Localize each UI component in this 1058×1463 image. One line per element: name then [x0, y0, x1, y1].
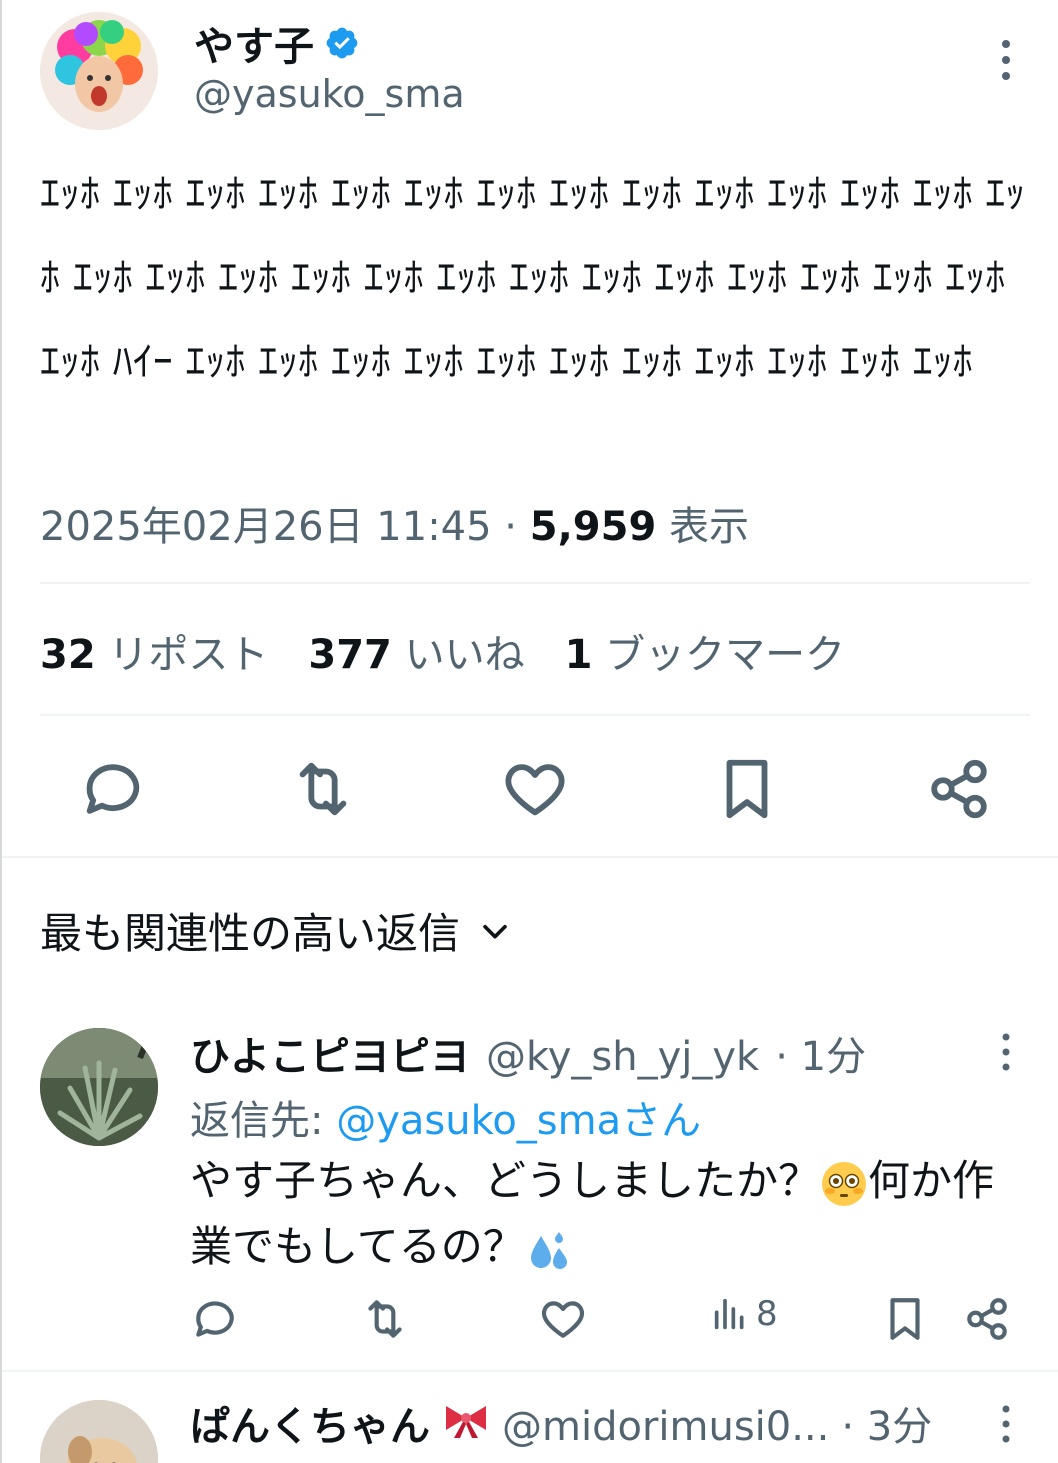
reply-author-name[interactable]: ひよこピヨピヨ: [190, 1024, 470, 1082]
chevron-down-icon: [483, 924, 507, 939]
reply-to-prefix: 返信先:: [190, 1098, 337, 1144]
more-vertical-icon[interactable]: [992, 36, 1020, 84]
author-avatar[interactable]: [40, 12, 158, 130]
divider: [40, 714, 1030, 716]
reply-avatar[interactable]: [40, 1400, 158, 1463]
views-label: 表示: [669, 504, 749, 550]
tweet-detail-page: やす子 @yasuko_sma ｴｯﾎ ｴｯﾎ ｴｯﾎ ｴｯﾎ ｴｯﾎ ｴｯﾎ …: [0, 0, 1058, 1463]
reply-to-line: 返信先: @yasuko_smaさん: [190, 1088, 701, 1146]
reply-author-handle[interactable]: @ky_sh_yj_yk: [486, 1034, 759, 1080]
reposts-count: 32: [40, 632, 96, 678]
reply-sort-label: 最も関連性の高い返信: [40, 909, 461, 958]
bookmarks-label: ブックマーク: [605, 632, 846, 678]
more-vertical-icon[interactable]: [994, 1030, 1018, 1074]
share-icon[interactable]: [962, 1294, 1012, 1344]
more-vertical-icon[interactable]: [994, 1402, 1018, 1446]
tweet-timestamp[interactable]: 2025年02月26日 11:45: [40, 504, 492, 550]
meta-separator: ·: [491, 504, 530, 550]
reply-time[interactable]: · 1分: [775, 1024, 866, 1082]
views-count: 5,959: [529, 504, 657, 550]
reply-author-handle[interactable]: @midorimusi0...: [502, 1404, 829, 1450]
bookmark-icon[interactable]: [712, 754, 782, 824]
author-name[interactable]: やす子: [194, 14, 360, 72]
reply-avatar[interactable]: [40, 1028, 158, 1146]
reply-views-count: 8: [756, 1294, 778, 1334]
reply-text: やす子ちゃん、どうしましたか？ 何か作業でもしてるの？: [190, 1148, 1020, 1280]
reply-icon[interactable]: [190, 1294, 240, 1344]
author-handle[interactable]: @yasuko_sma: [194, 72, 465, 116]
reposts-stat[interactable]: 32 リポスト: [40, 622, 268, 680]
repost-icon[interactable]: [288, 754, 358, 824]
reply-header: ひよこピヨピヨ @ky_sh_yj_yk · 1分: [190, 1024, 866, 1082]
reply-header: ぱんくちゃん @midorimusi0... · 3分: [190, 1394, 932, 1452]
heart-icon[interactable]: [538, 1294, 588, 1344]
divider: [40, 582, 1030, 584]
reposts-label: リポスト: [108, 632, 269, 678]
reply-time[interactable]: · 3分: [841, 1394, 932, 1452]
tweet-text: ｴｯﾎ ｴｯﾎ ｴｯﾎ ｴｯﾎ ｴｯﾎ ｴｯﾎ ｴｯﾎ ｴｯﾎ ｴｯﾎ ｴｯﾎ …: [40, 171, 1026, 385]
tweet-action-bar: [40, 740, 1030, 836]
reply-divider: [2, 1370, 1058, 1372]
bookmark-icon[interactable]: [880, 1294, 930, 1344]
reply-author-name[interactable]: ぱんくちゃん: [190, 1394, 430, 1452]
tweet-meta: 2025年02月26日 11:45 · 5,959 表示: [40, 494, 749, 552]
reply-views[interactable]: 8: [710, 1294, 778, 1334]
sweat-droplets-emoji-icon: [530, 1231, 567, 1269]
views-icon: [714, 1298, 744, 1330]
share-icon[interactable]: [924, 754, 994, 824]
flushed-face-emoji-icon: [822, 1161, 867, 1206]
likes-stat[interactable]: 377 いいね: [308, 622, 524, 680]
section-divider: [2, 856, 1058, 858]
reply-to-mention[interactable]: @yasuko_smaさん: [336, 1098, 701, 1144]
verified-badge-icon: [326, 27, 358, 59]
bookmarks-stat[interactable]: 1 ブックマーク: [565, 622, 846, 680]
likes-label: いいね: [404, 632, 525, 678]
reply-icon[interactable]: [78, 754, 148, 824]
ribbon-emoji-icon: [446, 1406, 486, 1438]
reply-sort-selector[interactable]: 最も関連性の高い返信: [40, 900, 512, 961]
bookmarks-count: 1: [564, 632, 593, 678]
author-name-text[interactable]: やす子: [194, 14, 314, 72]
reply-action-bar: 8: [190, 1290, 1020, 1350]
reply-text-part1: やす子ちゃん、どうしましたか？: [190, 1156, 821, 1205]
heart-icon[interactable]: [500, 754, 570, 824]
likes-count: 377: [308, 632, 392, 678]
repost-icon[interactable]: [360, 1294, 410, 1344]
engagement-stats: 32 リポスト 377 いいね 1 ブックマーク: [40, 622, 845, 680]
